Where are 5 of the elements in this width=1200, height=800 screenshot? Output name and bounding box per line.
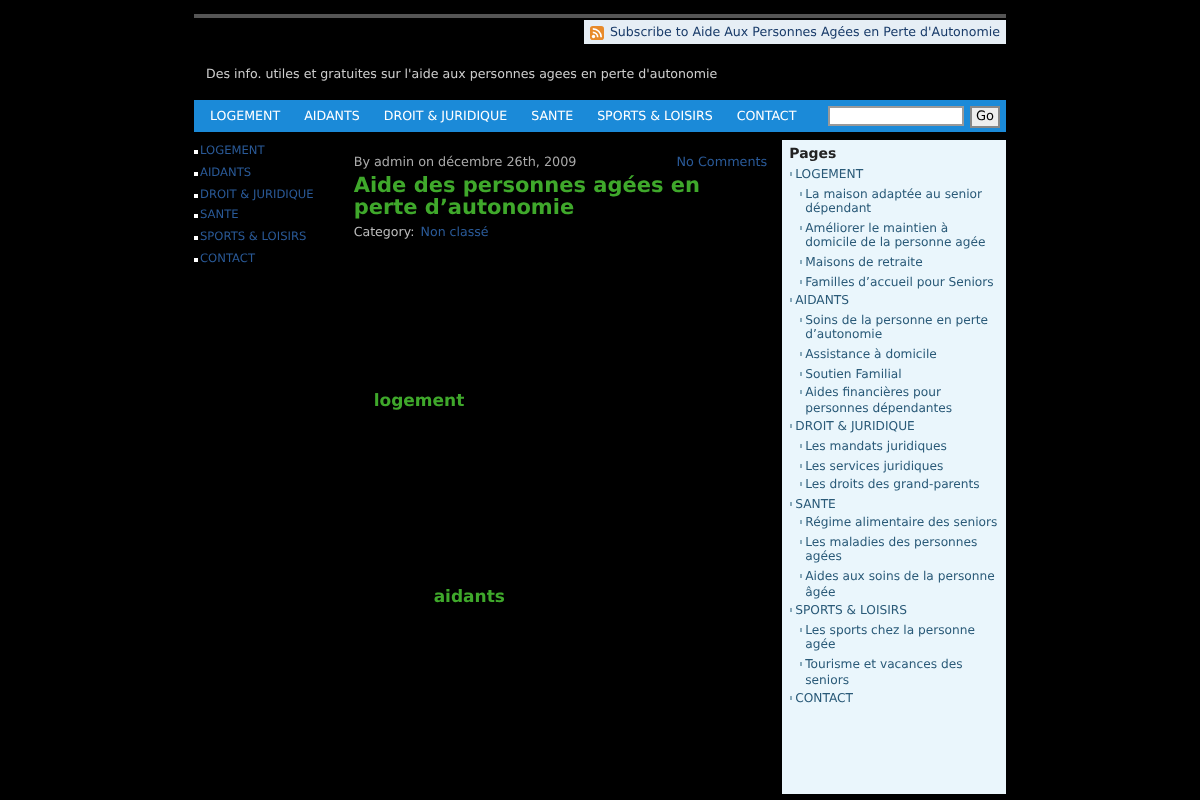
rss-icon [589,25,604,39]
post-title[interactable]: Aide des personnes agées en perte d’autonomie [353,176,768,220]
tag-link[interactable]: logement [373,392,465,412]
search-field[interactable] [827,106,964,126]
tag-link[interactable]: aidants [433,588,505,608]
